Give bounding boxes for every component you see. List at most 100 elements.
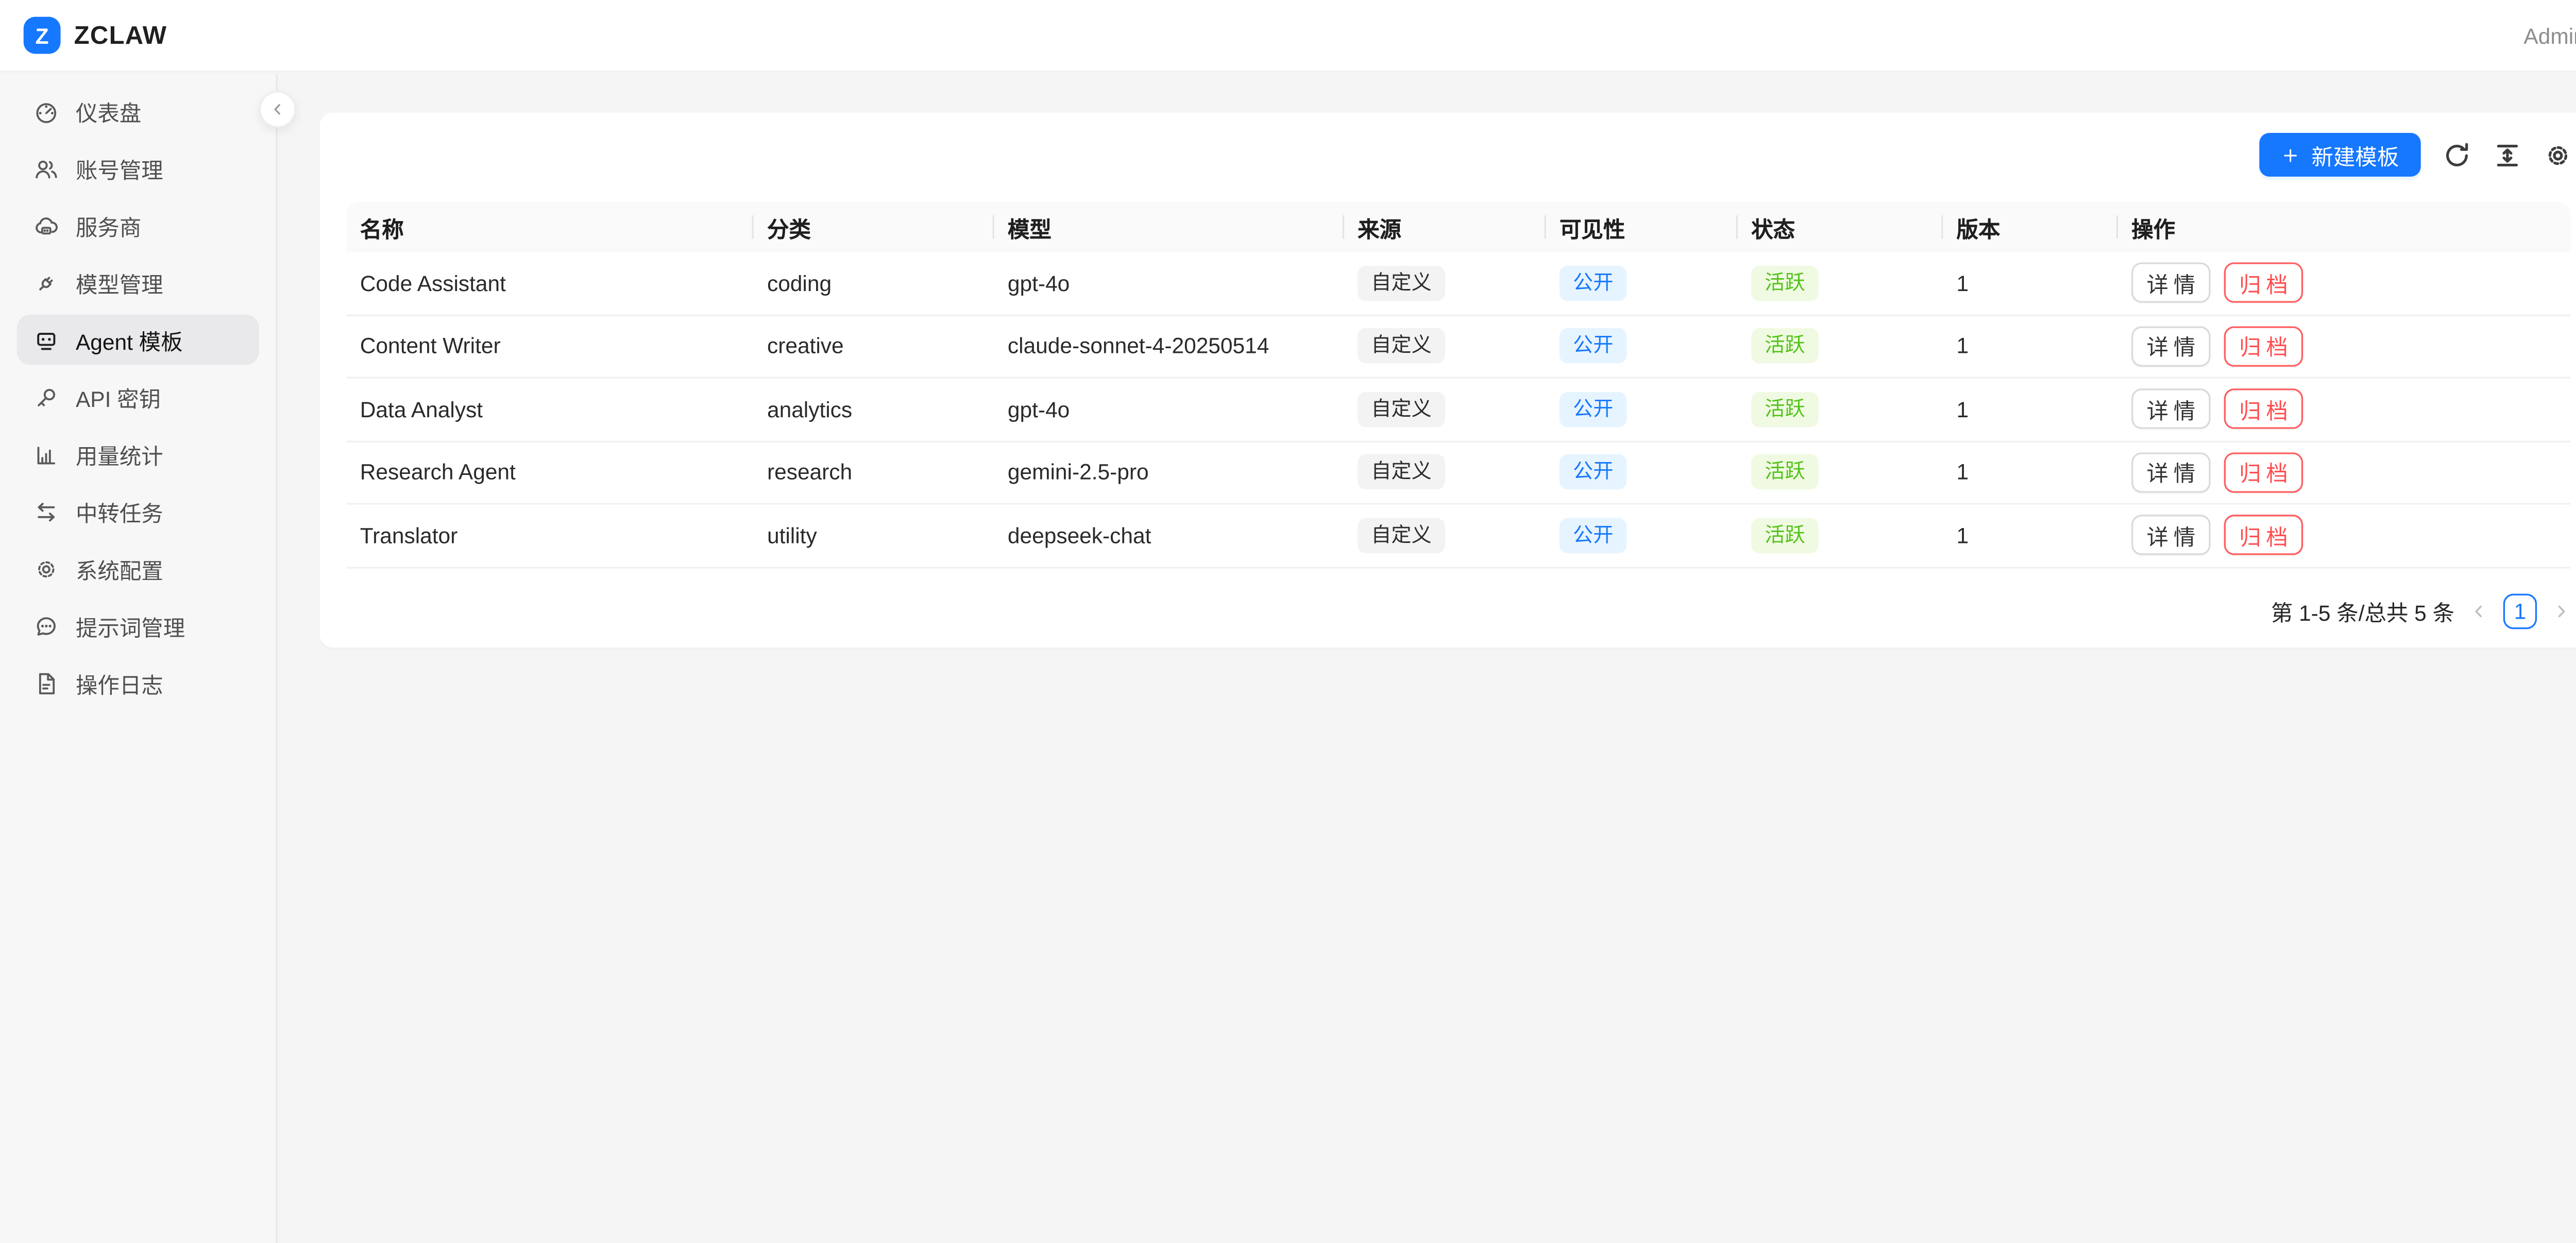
table-row: Code Assistant coding gpt-4o 自定义 公开 [347,252,2571,315]
column-header: 模型 [994,202,1344,252]
cell-source: 自定义 [1344,505,1546,568]
column-header: 操作 [2118,202,2570,252]
source-tag: 自定义 [1358,518,1445,553]
sidebar-item-label: 提示词管理 [76,610,185,642]
gear-icon [33,556,59,581]
user-menu[interactable]: Admin [2523,23,2576,48]
row-actions: 详情 归档 [2131,263,2557,303]
cell-name: Content Writer [347,315,754,378]
cell-status: 活跃 [1738,505,1943,568]
cell-visibility: 公开 [1546,252,1738,315]
archive-button[interactable]: 归档 [2224,452,2303,492]
sidebar-item[interactable]: 用量统计 [17,429,259,480]
page-number-button[interactable]: 1 [2503,594,2537,629]
sidebar-item[interactable]: 仪表盘 [17,86,259,137]
row-actions: 详情 归档 [2131,452,2557,492]
cell-source: 自定义 [1344,315,1546,378]
app-logo: Z [24,17,61,54]
cell-category: coding [754,252,994,315]
sidebar-item-label: 操作日志 [76,667,163,699]
sidebar-item-label: 系统配置 [76,553,163,585]
new-template-label: 新建模板 [2311,139,2399,171]
prev-page-button[interactable] [2469,602,2488,621]
source-tag: 自定义 [1358,454,1445,490]
source-tag: 自定义 [1358,391,1445,427]
visibility-tag: 公开 [1560,454,1627,490]
top-bar: Z ZCLAW Admin [0,0,2576,72]
toolbar-icon-button[interactable] [2544,141,2572,169]
cell-status: 活跃 [1738,441,1943,504]
sidebar-item[interactable]: 操作日志 [17,658,259,708]
sidebar-item[interactable]: 中转任务 [17,486,259,537]
status-tag: 活跃 [1751,329,1819,364]
sidebar-item[interactable]: 服务商 [17,200,259,251]
cell-model: gemini-2.5-pro [994,441,1344,504]
column-header: 版本 [1943,202,2118,252]
pagination-summary: 第 1-5 条/总共 5 条 [2271,595,2454,627]
new-template-button[interactable]: 新建模板 [2259,133,2421,177]
detail-button[interactable]: 详情 [2131,515,2211,555]
sidebar-collapse-button[interactable] [259,91,296,128]
toolbar-icon-button[interactable] [2493,141,2522,169]
archive-button[interactable]: 归档 [2224,326,2303,366]
sidebar-item[interactable]: 模型管理 [17,258,259,308]
cell-version: 1 [1943,252,2118,315]
detail-button[interactable]: 详情 [2131,389,2211,429]
table-header-row: 名称 分类 模型 来源 可见性 状态 [347,202,2571,252]
table-row: Translator utility deepseek-chat 自定义 公开 [347,505,2571,568]
detail-button[interactable]: 详情 [2131,452,2211,492]
cell-model: gpt-4o [994,252,1344,315]
sidebar-item[interactable]: Agent 模板 [17,315,259,365]
cell-version: 1 [1943,379,2118,441]
app-title: ZCLAW [74,21,167,50]
visibility-tag: 公开 [1560,518,1627,553]
table-toolbar: 新建模板 [2259,133,2572,177]
sidebar-item-label: 用量统计 [76,438,163,470]
robot-icon [33,327,59,352]
templates-table: 名称 分类 模型 来源 可见性 状态 [347,202,2571,568]
column-header: 来源 [1344,202,1546,252]
sidebar-item-label: 服务商 [76,210,141,242]
cell-actions: 详情 归档 [2118,252,2570,315]
archive-button[interactable]: 归档 [2224,515,2303,555]
sidebar-item-label: API 密钥 [76,381,161,413]
cell-name: Code Assistant [347,252,754,315]
source-tag: 自定义 [1358,329,1445,364]
status-tag: 活跃 [1751,454,1819,490]
next-page-button[interactable] [2552,602,2570,621]
key-icon [33,384,59,410]
sidebar-item[interactable]: API 密钥 [17,372,259,422]
sidebar-item[interactable]: 账号管理 [17,143,259,194]
row-actions: 详情 归档 [2131,515,2557,555]
table-row: Data Analyst analytics gpt-4o 自定义 公开 [347,379,2571,441]
archive-button[interactable]: 归档 [2224,389,2303,429]
sidebar-item-label: 模型管理 [76,267,163,299]
detail-button[interactable]: 详情 [2131,263,2211,303]
sidebar-item[interactable]: 提示词管理 [17,601,259,651]
cell-visibility: 公开 [1546,315,1738,378]
sidebar-item-label: Agent 模板 [76,324,183,356]
cell-actions: 详情 归档 [2118,505,2570,568]
cell-source: 自定义 [1344,441,1546,504]
file-icon [33,670,59,695]
main-content: 新建模板 [279,74,2576,1243]
sidebar-item[interactable]: 系统配置 [17,543,259,594]
row-actions: 详情 归档 [2131,326,2557,366]
cell-category: creative [754,315,994,378]
column-header: 可见性 [1546,202,1738,252]
cell-version: 1 [1943,505,2118,568]
cell-visibility: 公开 [1546,441,1738,504]
archive-button[interactable]: 归档 [2224,263,2303,303]
visibility-tag: 公开 [1560,265,1627,301]
detail-button[interactable]: 详情 [2131,326,2211,366]
table-row: Research Agent research gemini-2.5-pro 自… [347,441,2571,504]
toolbar-icon-button[interactable] [2443,141,2471,169]
cell-model: gpt-4o [994,379,1344,441]
app-root: Z ZCLAW Admin 仪表盘 账号管理 服务商 模型管理 [0,0,2576,1243]
row-actions: 详情 归档 [2131,389,2557,429]
cell-status: 活跃 [1738,379,1943,441]
status-tag: 活跃 [1751,518,1819,553]
visibility-tag: 公开 [1560,391,1627,427]
cell-category: research [754,441,994,504]
cell-version: 1 [1943,315,2118,378]
